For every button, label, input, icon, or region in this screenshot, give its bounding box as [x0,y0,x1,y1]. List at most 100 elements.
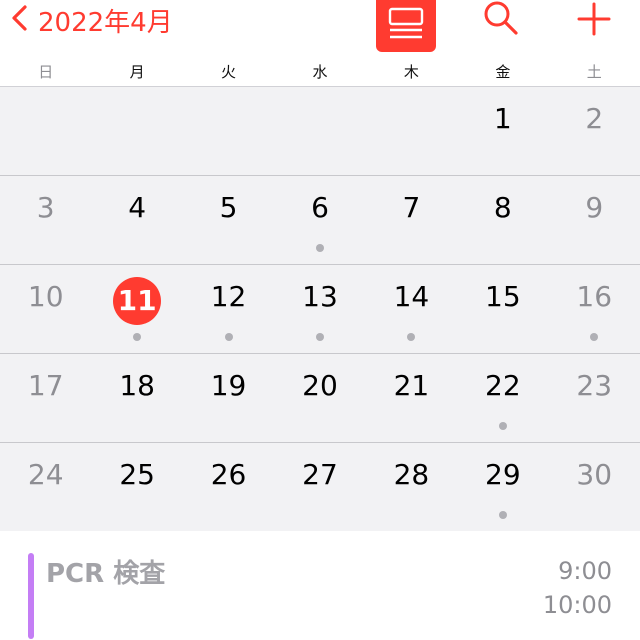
day-number: 19 [210,369,247,402]
day-number: 28 [393,458,430,491]
day-cell [91,87,182,175]
event-dot [224,333,233,341]
day-number: 18 [119,369,155,402]
day-cell[interactable]: 16 [549,265,640,353]
month-grid: 1 2 3 4 5 6 7 8 9 10 11 12 13 14 15 16 17 18 19 20 21 22 23 24 2… [0,86,640,532]
day-cell[interactable]: 17 [0,354,91,442]
day-cell[interactable]: 4 [91,176,182,264]
day-cell[interactable]: 22 [457,354,548,442]
list-view-button[interactable] [376,0,436,52]
day-cell[interactable]: 30 [549,443,640,531]
day-cell[interactable]: 24 [0,443,91,531]
day-cell[interactable]: 8 [457,176,548,264]
day-cell [366,87,457,175]
day-cell[interactable]: 25 [91,443,182,531]
day-cell[interactable]: 28 [366,443,457,531]
weekday-label: 月 [129,63,145,81]
day-number: 4 [128,191,147,224]
weekday-label: 木 [403,63,419,81]
day-number: 23 [576,369,613,402]
week-row: 17 18 19 20 21 22 23 [0,354,640,443]
day-number: 22 [485,369,521,402]
day-number: 12 [210,280,247,313]
day-number: 5 [219,191,238,224]
weekday-header: 日月火水木金土 [0,58,640,86]
day-number: 2 [585,102,604,135]
weekday-label: 水 [312,63,328,81]
chevron-left-icon [8,3,32,37]
list-view-icon [387,6,425,46]
event-dot [315,333,324,341]
week-row: 10 11 12 13 14 15 16 [0,265,640,354]
day-cell[interactable]: 9 [549,176,640,264]
day-cell[interactable]: 27 [274,443,365,531]
weekday-label: 日 [38,63,54,81]
add-event-button[interactable] [574,2,614,40]
month-title: 2022年4月 [38,7,173,38]
day-number: 3 [36,191,55,224]
event-title: PCR 検査 [46,559,166,589]
day-cell[interactable]: 10 [0,265,91,353]
day-number: 27 [302,458,338,491]
day-cell[interactable]: 6 [274,176,365,264]
weekday-label: 土 [586,63,602,81]
search-button[interactable] [480,0,522,40]
day-number: 25 [119,458,155,491]
event-row[interactable]: PCR 検査 9:00 10:00 [0,531,640,640]
event-dot [498,511,507,519]
day-number: 14 [393,280,430,313]
day-number: 10 [27,280,64,313]
day-cell[interactable]: 29 [457,443,548,531]
day-cell [0,87,91,175]
day-number: 9 [585,191,604,224]
search-icon [482,0,520,40]
navigation-bar: 2022年4月 [0,0,640,56]
day-cell[interactable]: 7 [366,176,457,264]
event-end-time: 10:00 [542,591,612,619]
day-number: 24 [27,458,64,491]
day-cell[interactable]: 13 [274,265,365,353]
day-cell[interactable]: 26 [183,443,274,531]
plus-icon [576,1,612,41]
day-cell-today[interactable]: 11 [91,265,182,353]
week-row: 24 25 26 27 28 29 30 [0,443,640,532]
day-number: 29 [485,458,521,491]
day-cell[interactable]: 14 [366,265,457,353]
week-row: 3 4 5 6 7 8 9 [0,176,640,265]
event-dot [590,333,599,341]
day-number: 6 [311,191,329,224]
day-number: 11 [117,284,157,317]
weekday-label: 金 [495,63,511,81]
day-cell[interactable]: 12 [183,265,274,353]
day-number: 1 [493,102,512,135]
day-cell[interactable]: 23 [549,354,640,442]
day-number: 20 [302,369,338,402]
day-cell[interactable]: 20 [274,354,365,442]
day-cell [274,87,365,175]
day-cell[interactable]: 1 [457,87,548,175]
event-color-bar [28,553,34,639]
day-cell[interactable]: 18 [91,354,182,442]
day-number: 15 [485,280,521,313]
day-number: 17 [27,369,64,402]
day-cell[interactable]: 2 [549,87,640,175]
back-button[interactable]: 2022年4月 [8,2,173,38]
day-cell[interactable]: 19 [183,354,274,442]
event-dot [133,333,142,341]
day-number: 7 [402,191,421,224]
day-number: 26 [210,458,247,491]
event-start-time: 9:00 [558,557,612,585]
day-cell[interactable]: 21 [366,354,457,442]
day-cell[interactable]: 5 [183,176,274,264]
weekday-label: 火 [221,63,237,81]
day-number: 13 [302,280,338,313]
day-number: 8 [493,191,512,224]
day-cell[interactable]: 3 [0,176,91,264]
event-dot [407,333,416,341]
day-cell[interactable]: 15 [457,265,548,353]
day-number: 16 [576,280,613,313]
event-dot [498,422,507,430]
event-dot [315,244,324,252]
day-number: 21 [393,369,430,402]
day-cell [183,87,274,175]
